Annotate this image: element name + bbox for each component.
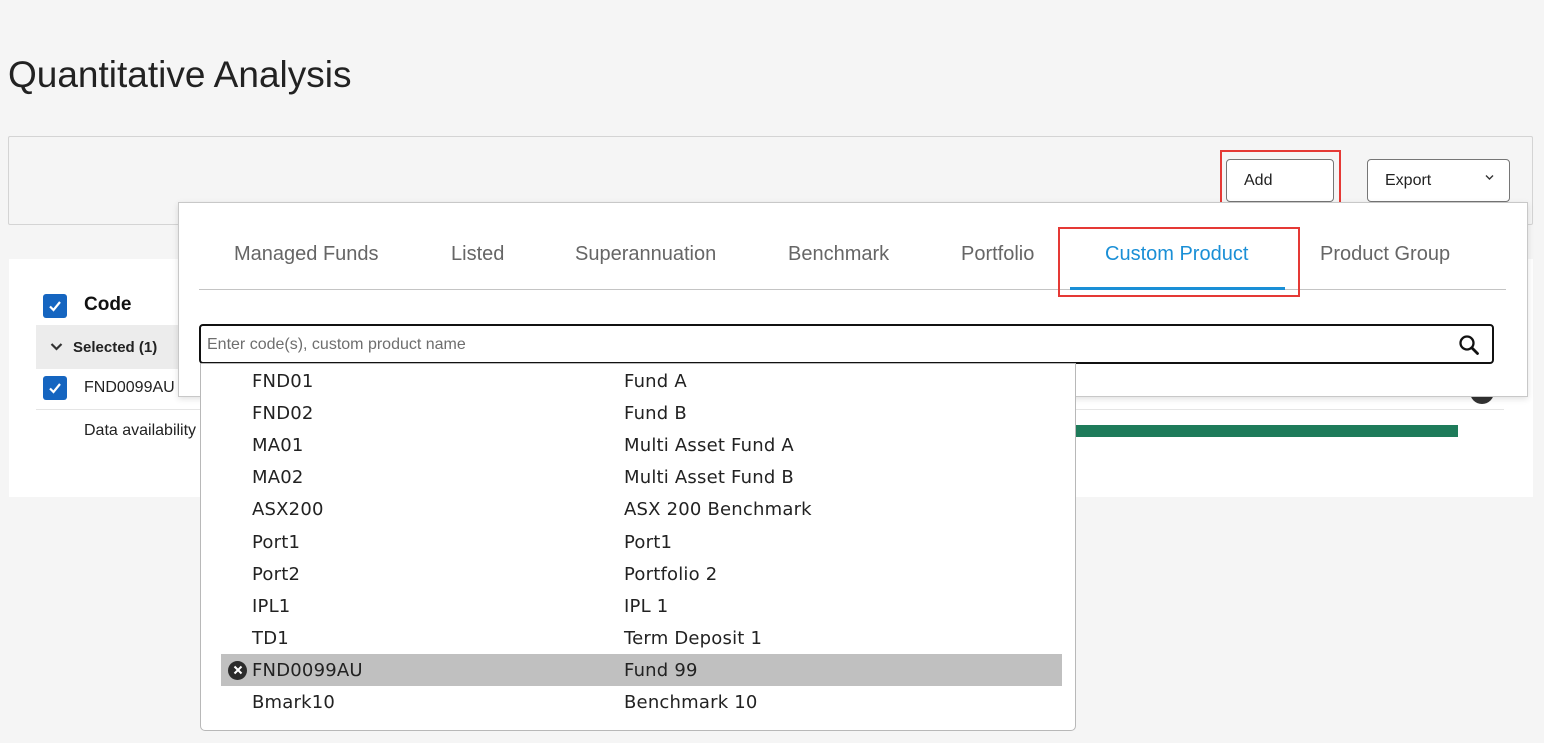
result-name: Fund 99 — [624, 659, 698, 681]
select-all-checkbox[interactable] — [43, 294, 67, 318]
result-row[interactable]: MA02 Multi Asset Fund B — [221, 461, 1062, 493]
remove-icon[interactable] — [228, 660, 247, 680]
search-box — [199, 324, 1494, 364]
search-input[interactable] — [207, 334, 1437, 356]
result-code: TD1 — [252, 627, 289, 649]
custom-product-tab-highlight — [1058, 227, 1300, 297]
result-code: FND02 — [252, 403, 314, 425]
tab-benchmark[interactable]: Benchmark — [788, 243, 889, 266]
result-name: Fund B — [624, 403, 687, 425]
chevron-down-icon[interactable] — [50, 340, 63, 353]
export-button[interactable]: Export — [1367, 159, 1510, 202]
result-name: Port1 — [624, 531, 673, 553]
result-row[interactable]: ASX200 ASX 200 Benchmark — [221, 493, 1062, 525]
data-availability-label: Data availability — [84, 422, 197, 439]
result-name: Term Deposit 1 — [624, 627, 763, 649]
tab-portfolio[interactable]: Portfolio — [961, 243, 1034, 266]
export-button-label: Export — [1385, 171, 1432, 189]
result-name: Multi Asset Fund B — [624, 467, 794, 489]
result-row[interactable]: IPL1 IPL 1 — [221, 590, 1062, 622]
search-icon[interactable] — [1458, 334, 1480, 356]
result-row[interactable]: Port1 Port1 — [221, 526, 1062, 558]
result-code: MA02 — [252, 467, 304, 489]
result-row[interactable]: FND01 Fund A — [221, 365, 1062, 397]
tab-superannuation[interactable]: Superannuation — [575, 243, 716, 266]
result-code: MA01 — [252, 435, 304, 457]
result-code: Port2 — [252, 563, 301, 585]
add-button[interactable]: Add — [1226, 159, 1334, 202]
tab-listed[interactable]: Listed — [451, 243, 504, 266]
row-checkbox[interactable] — [43, 376, 67, 400]
result-code: Bmark10 — [252, 692, 336, 713]
result-name: Portfolio 2 — [624, 563, 718, 585]
result-row[interactable]: TD1 Term Deposit 1 — [221, 622, 1062, 654]
checkmark-icon — [49, 301, 61, 312]
result-code: Port1 — [252, 531, 301, 553]
tab-product-group[interactable]: Product Group — [1320, 243, 1450, 266]
page-title: Quantitative Analysis — [8, 54, 352, 95]
result-row[interactable]: MA01 Multi Asset Fund A — [221, 429, 1062, 461]
result-row[interactable]: Port2 Portfolio 2 — [221, 558, 1062, 590]
checkmark-icon — [49, 383, 61, 394]
result-name: IPL 1 — [624, 595, 669, 617]
result-name: Benchmark 10 — [624, 692, 758, 713]
tab-managed-funds[interactable]: Managed Funds — [234, 243, 379, 266]
result-row[interactable]: FND0099AU Fund 99 — [221, 653, 1062, 686]
column-header-code[interactable]: Code — [84, 294, 132, 316]
result-name: Multi Asset Fund A — [624, 435, 794, 457]
result-code: ASX200 — [252, 499, 324, 521]
result-code: IPL1 — [252, 595, 291, 617]
result-name: ASX 200 Benchmark — [624, 499, 812, 521]
result-code: FND0099AU — [252, 659, 363, 681]
result-code: FND01 — [252, 371, 314, 392]
result-name: Fund A — [624, 371, 687, 392]
data-availability-bar — [1070, 425, 1458, 437]
row-code: FND0099AU — [84, 379, 175, 396]
selected-group-label[interactable]: Selected (1) — [73, 339, 157, 356]
result-row[interactable]: FND02 Fund B — [221, 397, 1062, 429]
result-row[interactable]: Bmark10 Benchmark 10 — [221, 686, 1062, 718]
tabs-divider — [199, 289, 1506, 290]
chevron-down-icon — [1485, 175, 1494, 180]
